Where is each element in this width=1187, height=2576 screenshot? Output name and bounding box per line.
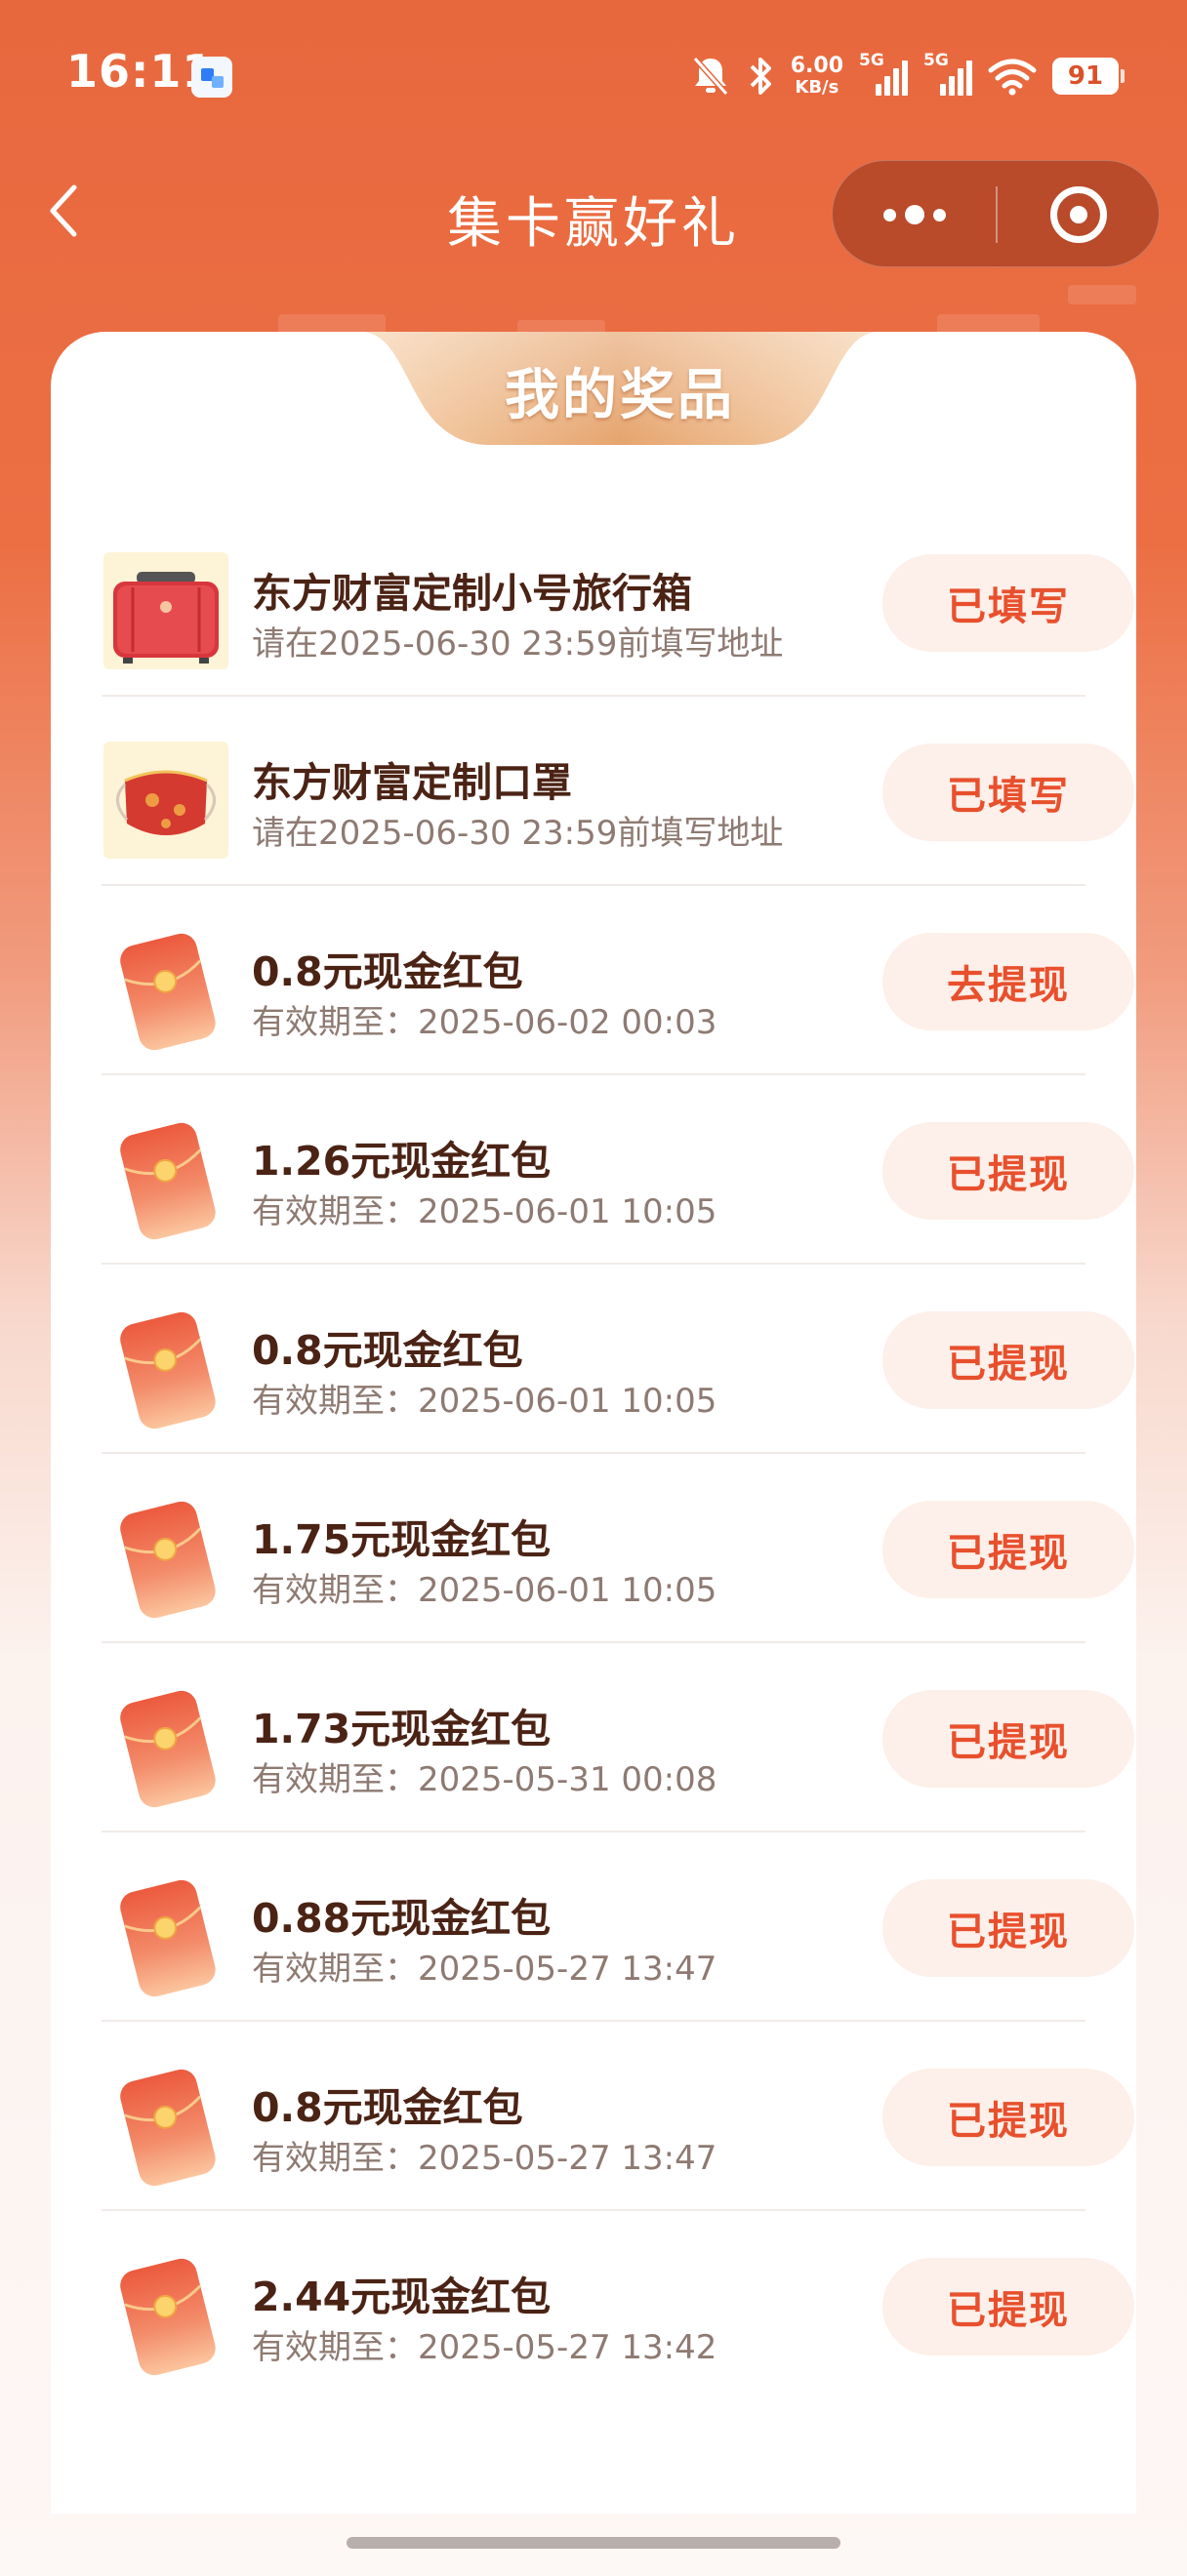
prize-action-button[interactable]: 已提现	[882, 1311, 1134, 1409]
prize-action-button[interactable]: 已提现	[882, 1501, 1134, 1598]
red-envelope-icon	[102, 1120, 230, 1240]
red-envelope-icon	[102, 1499, 230, 1619]
wifi-icon	[988, 59, 1037, 96]
prize-subtitle: 请在2025-06-30 23:59前填写地址	[252, 814, 784, 853]
prize-row: 1.26元现金红包有效期至：2025-06-01 10:05 已提现	[102, 1075, 1134, 1265]
red-envelope-icon	[102, 2256, 230, 2376]
app-notification-icon	[191, 57, 232, 98]
prize-subtitle: 有效期至：2025-05-27 13:47	[252, 2139, 717, 2178]
prize-row: 东方财富定制口罩请在2025-06-30 23:59前填写地址 已填写	[102, 697, 1134, 886]
prize-title: 1.75元现金红包	[252, 1516, 552, 1563]
prize-action-button[interactable]: 已填写	[882, 744, 1134, 841]
red-envelope-icon	[102, 1877, 230, 1997]
prize-row: 东方财富定制小号旅行箱请在2025-06-30 23:59前填写地址 已填写	[102, 507, 1134, 697]
prize-row: 0.8元现金红包有效期至：2025-06-01 10:05 已提现	[102, 1265, 1134, 1454]
prize-subtitle: 有效期至：2025-05-27 13:47	[252, 1950, 717, 1989]
prize-row: 1.73元现金红包有效期至：2025-05-31 00:08 已提现	[102, 1643, 1134, 1832]
status-bar: 16:11 6.00 KB/s 5G 5G 91	[0, 0, 1187, 146]
prize-title: 2.44元现金红包	[252, 2274, 552, 2320]
prize-action-button[interactable]: 去提现	[882, 933, 1134, 1030]
bluetooth-icon	[750, 58, 771, 95]
red-envelope-icon	[102, 2067, 230, 2187]
battery-icon: 91	[1052, 58, 1125, 95]
prize-action-button[interactable]: 已提现	[882, 2069, 1134, 2166]
prize-row: 0.8元现金红包有效期至：2025-05-27 13:47 已提现	[102, 2022, 1134, 2211]
target-close-icon[interactable]	[997, 161, 1161, 268]
more-dots-icon[interactable]	[833, 161, 997, 268]
prize-subtitle: 有效期至：2025-06-01 10:05	[252, 1382, 717, 1421]
signal-icon: 5G	[859, 51, 908, 98]
signal-icon: 5G	[923, 51, 972, 98]
prize-subtitle: 有效期至：2025-06-01 10:05	[252, 1192, 717, 1231]
prize-title: 1.26元现金红包	[252, 1138, 552, 1185]
card-header-ribbon: 我的奖品	[361, 332, 879, 445]
prize-title: 0.88元现金红包	[252, 1895, 552, 1942]
prize-subtitle: 有效期至：2025-05-31 00:08	[252, 1760, 717, 1799]
prize-row: 0.8元现金红包有效期至：2025-06-02 00:03 去提现	[102, 886, 1134, 1075]
mini-program-capsule	[832, 160, 1160, 267]
network-speed-unit: KB/s	[795, 77, 839, 98]
prize-title: 0.8元现金红包	[252, 948, 523, 995]
prize-title: 0.8元现金红包	[252, 1327, 523, 1374]
network-speed: 6.00 KB/s	[791, 56, 843, 97]
prize-title: 东方财富定制小号旅行箱	[252, 570, 692, 617]
prize-subtitle: 请在2025-06-30 23:59前填写地址	[252, 624, 784, 664]
decorative-block	[278, 314, 386, 334]
network-speed-value: 6.00	[790, 54, 843, 78]
prize-title: 0.8元现金红包	[252, 2084, 523, 2131]
home-indicator[interactable]	[347, 2537, 840, 2549]
prize-subtitle: 有效期至：2025-06-01 10:05	[252, 1571, 717, 1610]
red-envelope-icon	[102, 1309, 230, 1429]
red-envelope-icon	[102, 931, 230, 1051]
decorative-block	[1068, 285, 1136, 304]
prize-row: 2.44元现金红包有效期至：2025-05-27 13:42 已提现	[102, 2211, 1134, 2400]
card-title: 我的奖品	[505, 364, 735, 427]
red-envelope-icon	[102, 1688, 230, 1808]
battery-level: 91	[1067, 61, 1104, 91]
mute-bell-icon	[692, 57, 728, 96]
prize-title: 东方财富定制口罩	[252, 759, 572, 806]
suitcase-image	[102, 552, 230, 669]
prize-action-button[interactable]: 已提现	[882, 2258, 1134, 2355]
prize-row: 0.88元现金红包有效期至：2025-05-27 13:47 已提现	[102, 1832, 1134, 2022]
prize-list: 东方财富定制小号旅行箱 请在2025-06-30 23:59前填写地址 已填写 东方…	[102, 507, 1134, 2400]
prize-action-button[interactable]: 已提现	[882, 1879, 1134, 1977]
prize-action-button[interactable]: 已提现	[882, 1690, 1134, 1788]
prize-subtitle: 有效期至：2025-05-27 13:42	[252, 2328, 717, 2367]
prize-row: 1.75元现金红包有效期至：2025-06-01 10:05 已提现	[102, 1454, 1134, 1643]
prize-title: 1.73元现金红包	[252, 1706, 552, 1752]
prizes-card: 我的奖品 东方财富定制小号旅行箱 请在2025-06-30 23:59前填写地址已…	[51, 332, 1136, 2514]
status-icons: 6.00 KB/s 5G 5G 91	[691, 47, 1125, 105]
prize-subtitle: 有效期至：2025-06-02 00:03	[252, 1003, 717, 1042]
prize-action-button[interactable]: 已填写	[882, 554, 1134, 652]
mask-image	[102, 742, 230, 859]
prize-action-button[interactable]: 已提现	[882, 1122, 1134, 1220]
